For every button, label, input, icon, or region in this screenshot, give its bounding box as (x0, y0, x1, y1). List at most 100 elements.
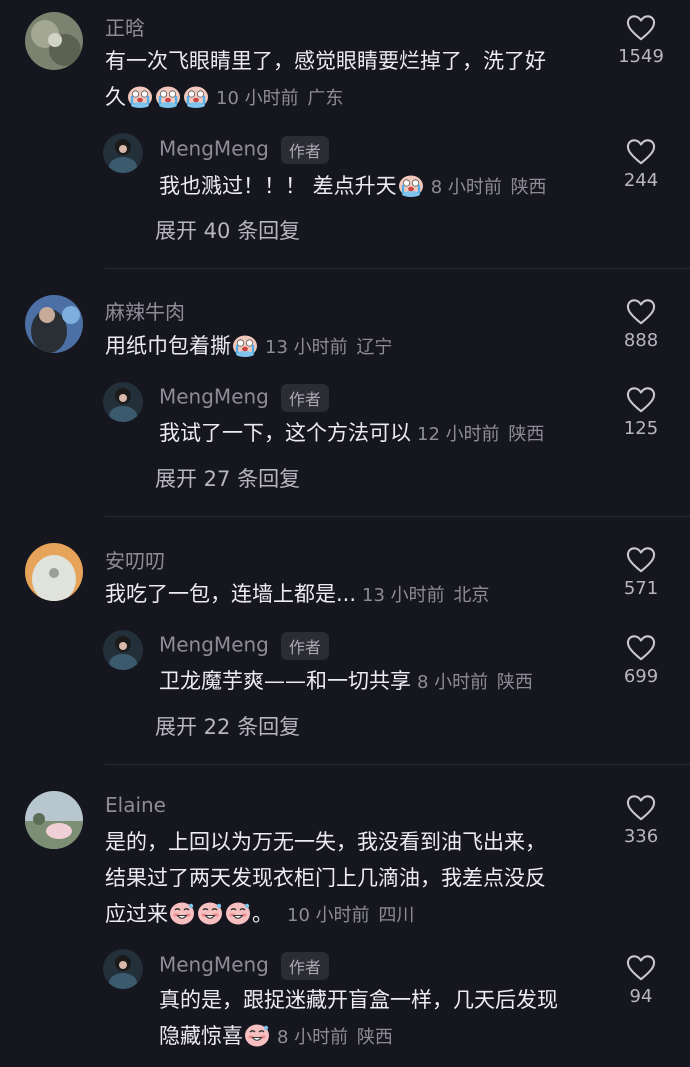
grinning-emoji-icon (169, 901, 195, 925)
avatar[interactable] (25, 12, 83, 70)
comment-time: 10 小时前 (216, 88, 299, 109)
expand-replies-link[interactable]: 展开 40 条回复 (155, 215, 300, 245)
reply-avatar[interactable] (103, 630, 143, 670)
like-count: 336 (623, 826, 659, 847)
reply-avatar[interactable] (103, 382, 143, 422)
like-button[interactable]: 94 (610, 954, 672, 1007)
reply-username-text: MengMeng (159, 952, 269, 977)
comment-location: 北京 (453, 585, 490, 606)
avatar[interactable] (25, 543, 83, 601)
reply-username-text: MengMeng (159, 632, 269, 657)
like-button[interactable]: 336 (610, 794, 672, 847)
reply-text: 卫龙魔芋爽——和一切共享 8 小时前 陕西 (159, 663, 599, 701)
reply-location: 陕西 (508, 424, 545, 445)
heart-icon (626, 14, 656, 42)
reply-avatar[interactable] (103, 949, 143, 989)
comment-text-line: 应过来 。 10 小时前 四川 (105, 896, 605, 934)
reply-text: 我试了一下，这个方法可以 12 小时前 陕西 (159, 415, 599, 453)
crying-emoji-icon (183, 84, 209, 108)
crying-emoji-icon (244, 1023, 270, 1047)
like-count: 699 (623, 666, 659, 687)
reply-text: 真的是，跟捉迷藏开盲盒一样，几天后发现 隐藏惊喜 8 小时前 陕西 (159, 982, 609, 1056)
comment-time: 10 小时前 (287, 905, 370, 926)
author-badge: 作者 (280, 136, 329, 164)
heart-icon (626, 794, 656, 822)
heart-icon (626, 386, 656, 414)
like-button[interactable]: 888 (610, 298, 672, 351)
reply-username-text: MengMeng (159, 384, 269, 409)
comment-username[interactable]: Elaine (105, 793, 166, 817)
crying-emoji-icon (127, 84, 153, 108)
comment-location: 辽宁 (356, 337, 393, 358)
comment-location: 广东 (307, 88, 344, 109)
author-badge: 作者 (280, 384, 329, 412)
divider (105, 764, 690, 765)
like-button[interactable]: 1549 (610, 14, 672, 67)
like-count: 1549 (618, 46, 664, 67)
like-count: 244 (623, 170, 659, 191)
comment-text-fragment: 用纸巾包着撕 (105, 334, 231, 358)
comment-text: 是的，上回以为万无一失，我没看到油飞出来， 结果过了两天发现衣柜门上几滴油，我差… (105, 824, 605, 934)
divider (105, 516, 690, 517)
like-count: 94 (629, 986, 653, 1007)
reply-username[interactable]: MengMeng 作者 (159, 136, 329, 164)
like-button[interactable]: 571 (610, 546, 672, 599)
reply-text-line: 真的是，跟捉迷藏开盲盒一样，几天后发现 (159, 988, 558, 1012)
reply-username[interactable]: MengMeng 作者 (159, 952, 329, 980)
comment-text-fragment: 应过来 (105, 902, 168, 926)
comment-text-line: 结果过了两天发现衣柜门上几滴油，我差点没反 (105, 866, 546, 890)
grinning-emoji-icon (225, 901, 251, 925)
like-button[interactable]: 244 (610, 138, 672, 191)
comment-time: 13 小时前 (265, 337, 348, 358)
comment-username[interactable]: 麻辣牛肉 (105, 296, 185, 325)
comment-text: 有一次飞眼睛里了，感觉眼睛要烂掉了，洗了好 久 10 小时前 广东 (105, 43, 605, 117)
reply-text-line: 隐藏惊喜 8 小时前 陕西 (159, 1018, 609, 1056)
reply-text-fragment: 我也溅过！！！ 差点升天 (159, 174, 397, 198)
comment-username[interactable]: 正晗 (105, 12, 145, 41)
crying-emoji-icon (398, 173, 424, 197)
reply-location: 陕西 (510, 177, 547, 198)
comment-text-fragment: 。 (252, 902, 273, 926)
expand-replies-link[interactable]: 展开 22 条回复 (155, 711, 300, 741)
comment-text-fragment: 我吃了一包，连墙上都是... (105, 582, 357, 606)
comment-text: 用纸巾包着撕 13 小时前 辽宁 (105, 328, 605, 366)
author-badge: 作者 (280, 952, 329, 980)
heart-icon (626, 546, 656, 574)
reply-text-fragment: 隐藏惊喜 (159, 1024, 243, 1048)
comment-time: 13 小时前 (362, 585, 445, 606)
reply-location: 陕西 (356, 1027, 393, 1048)
expand-replies-link[interactable]: 展开 27 条回复 (155, 463, 300, 493)
reply-location: 陕西 (496, 672, 533, 693)
heart-icon (626, 954, 656, 982)
like-count: 888 (623, 330, 659, 351)
like-button[interactable]: 699 (610, 634, 672, 687)
reply-time: 8 小时前 (417, 672, 489, 693)
comment-text-line: 有一次飞眼睛里了，感觉眼睛要烂掉了，洗了好 (105, 49, 546, 73)
reply-text: 我也溅过！！！ 差点升天 8 小时前 陕西 (159, 168, 599, 206)
reply-username[interactable]: MengMeng 作者 (159, 632, 329, 660)
like-count: 125 (623, 418, 659, 439)
like-button[interactable]: 125 (610, 386, 672, 439)
reply-time: 12 小时前 (417, 424, 500, 445)
reply-time: 8 小时前 (430, 177, 502, 198)
reply-username[interactable]: MengMeng 作者 (159, 384, 329, 412)
reply-avatar[interactable] (103, 133, 143, 173)
comment-text: 我吃了一包，连墙上都是... 13 小时前 北京 (105, 576, 605, 614)
heart-icon (626, 138, 656, 166)
like-count: 571 (623, 578, 659, 599)
grinning-emoji-icon (197, 901, 223, 925)
avatar[interactable] (25, 791, 83, 849)
comment-username[interactable]: 安叨叨 (105, 545, 165, 574)
crying-emoji-icon (155, 84, 181, 108)
comment-text-line: 是的，上回以为万无一失，我没看到油飞出来， (105, 830, 546, 854)
reply-time: 8 小时前 (277, 1027, 349, 1048)
divider (105, 268, 690, 269)
reply-username-text: MengMeng (159, 136, 269, 161)
avatar[interactable] (25, 295, 83, 353)
reply-text-fragment: 卫龙魔芋爽——和一切共享 (159, 669, 411, 693)
author-badge: 作者 (280, 632, 329, 660)
heart-icon (626, 298, 656, 326)
crying-emoji-icon (232, 333, 258, 357)
comment-text-fragment: 久 (105, 85, 126, 109)
comment-text-line: 久 10 小时前 广东 (105, 79, 605, 117)
